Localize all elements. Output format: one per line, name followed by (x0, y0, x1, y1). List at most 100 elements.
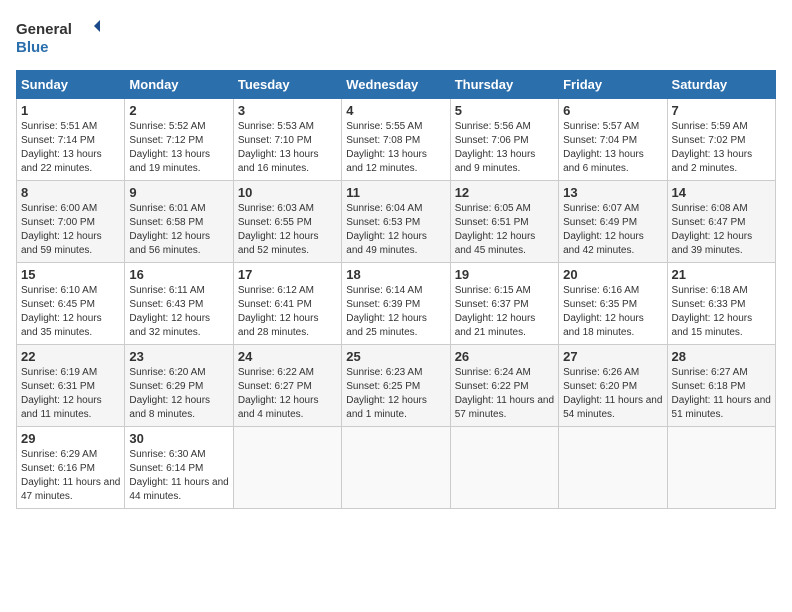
day-number: 17 (238, 267, 337, 282)
day-number: 14 (672, 185, 771, 200)
day-number: 27 (563, 349, 662, 364)
cell-content: Sunrise: 6:22 AM Sunset: 6:27 PM Dayligh… (238, 366, 337, 422)
day-number: 22 (21, 349, 120, 364)
day-number: 29 (21, 431, 120, 446)
day-number: 25 (346, 349, 445, 364)
day-number: 19 (455, 267, 554, 282)
day-number: 26 (455, 349, 554, 364)
cell-content: Sunrise: 6:19 AM Sunset: 6:31 PM Dayligh… (21, 366, 120, 422)
cell-content: Sunrise: 6:26 AM Sunset: 6:20 PM Dayligh… (563, 366, 662, 422)
cell-content: Sunrise: 6:00 AM Sunset: 7:00 PM Dayligh… (21, 202, 120, 258)
calendar-cell: 2 Sunrise: 5:52 AM Sunset: 7:12 PM Dayli… (125, 99, 233, 181)
day-number: 4 (346, 103, 445, 118)
calendar-week-1: 1 Sunrise: 5:51 AM Sunset: 7:14 PM Dayli… (17, 99, 776, 181)
calendar-cell: 6 Sunrise: 5:57 AM Sunset: 7:04 PM Dayli… (559, 99, 667, 181)
calendar-cell: 10 Sunrise: 6:03 AM Sunset: 6:55 PM Dayl… (233, 181, 341, 263)
cell-content: Sunrise: 6:30 AM Sunset: 6:14 PM Dayligh… (129, 448, 228, 504)
calendar-cell (233, 427, 341, 509)
cell-content: Sunrise: 6:01 AM Sunset: 6:58 PM Dayligh… (129, 202, 228, 258)
day-number: 28 (672, 349, 771, 364)
day-number: 12 (455, 185, 554, 200)
cell-content: Sunrise: 6:24 AM Sunset: 6:22 PM Dayligh… (455, 366, 554, 422)
calendar-cell: 24 Sunrise: 6:22 AM Sunset: 6:27 PM Dayl… (233, 345, 341, 427)
calendar-week-2: 8 Sunrise: 6:00 AM Sunset: 7:00 PM Dayli… (17, 181, 776, 263)
calendar-cell: 4 Sunrise: 5:55 AM Sunset: 7:08 PM Dayli… (342, 99, 450, 181)
calendar-cell: 28 Sunrise: 6:27 AM Sunset: 6:18 PM Dayl… (667, 345, 775, 427)
calendar-cell: 12 Sunrise: 6:05 AM Sunset: 6:51 PM Dayl… (450, 181, 558, 263)
page-header: General Blue (16, 16, 776, 58)
cell-content: Sunrise: 6:16 AM Sunset: 6:35 PM Dayligh… (563, 284, 662, 340)
cell-content: Sunrise: 5:56 AM Sunset: 7:06 PM Dayligh… (455, 120, 554, 176)
day-number: 6 (563, 103, 662, 118)
day-number: 23 (129, 349, 228, 364)
day-header-sunday: Sunday (17, 71, 125, 99)
cell-content: Sunrise: 5:55 AM Sunset: 7:08 PM Dayligh… (346, 120, 445, 176)
calendar-header-row: SundayMondayTuesdayWednesdayThursdayFrid… (17, 71, 776, 99)
day-number: 21 (672, 267, 771, 282)
cell-content: Sunrise: 6:04 AM Sunset: 6:53 PM Dayligh… (346, 202, 445, 258)
day-header-thursday: Thursday (450, 71, 558, 99)
svg-text:Blue: Blue (16, 39, 49, 56)
day-number: 8 (21, 185, 120, 200)
day-number: 7 (672, 103, 771, 118)
day-number: 11 (346, 185, 445, 200)
calendar-cell: 15 Sunrise: 6:10 AM Sunset: 6:45 PM Dayl… (17, 263, 125, 345)
calendar-cell: 8 Sunrise: 6:00 AM Sunset: 7:00 PM Dayli… (17, 181, 125, 263)
cell-content: Sunrise: 6:11 AM Sunset: 6:43 PM Dayligh… (129, 284, 228, 340)
day-header-tuesday: Tuesday (233, 71, 341, 99)
day-number: 24 (238, 349, 337, 364)
calendar-cell: 20 Sunrise: 6:16 AM Sunset: 6:35 PM Dayl… (559, 263, 667, 345)
cell-content: Sunrise: 6:23 AM Sunset: 6:25 PM Dayligh… (346, 366, 445, 422)
calendar-week-4: 22 Sunrise: 6:19 AM Sunset: 6:31 PM Dayl… (17, 345, 776, 427)
calendar-cell: 30 Sunrise: 6:30 AM Sunset: 6:14 PM Dayl… (125, 427, 233, 509)
cell-content: Sunrise: 6:18 AM Sunset: 6:33 PM Dayligh… (672, 284, 771, 340)
calendar-cell: 26 Sunrise: 6:24 AM Sunset: 6:22 PM Dayl… (450, 345, 558, 427)
calendar-cell (559, 427, 667, 509)
day-number: 30 (129, 431, 228, 446)
calendar-cell: 23 Sunrise: 6:20 AM Sunset: 6:29 PM Dayl… (125, 345, 233, 427)
logo: General Blue (16, 16, 106, 58)
day-number: 10 (238, 185, 337, 200)
calendar-cell: 9 Sunrise: 6:01 AM Sunset: 6:58 PM Dayli… (125, 181, 233, 263)
cell-content: Sunrise: 6:03 AM Sunset: 6:55 PM Dayligh… (238, 202, 337, 258)
calendar-cell: 29 Sunrise: 6:29 AM Sunset: 6:16 PM Dayl… (17, 427, 125, 509)
day-number: 16 (129, 267, 228, 282)
day-number: 13 (563, 185, 662, 200)
cell-content: Sunrise: 6:12 AM Sunset: 6:41 PM Dayligh… (238, 284, 337, 340)
cell-content: Sunrise: 6:15 AM Sunset: 6:37 PM Dayligh… (455, 284, 554, 340)
calendar-cell: 27 Sunrise: 6:26 AM Sunset: 6:20 PM Dayl… (559, 345, 667, 427)
cell-content: Sunrise: 6:05 AM Sunset: 6:51 PM Dayligh… (455, 202, 554, 258)
day-header-saturday: Saturday (667, 71, 775, 99)
day-number: 15 (21, 267, 120, 282)
day-number: 18 (346, 267, 445, 282)
logo-svg: General Blue (16, 16, 106, 58)
calendar-week-3: 15 Sunrise: 6:10 AM Sunset: 6:45 PM Dayl… (17, 263, 776, 345)
day-number: 20 (563, 267, 662, 282)
calendar-week-5: 29 Sunrise: 6:29 AM Sunset: 6:16 PM Dayl… (17, 427, 776, 509)
calendar-cell: 11 Sunrise: 6:04 AM Sunset: 6:53 PM Dayl… (342, 181, 450, 263)
calendar-cell: 13 Sunrise: 6:07 AM Sunset: 6:49 PM Dayl… (559, 181, 667, 263)
calendar-cell: 7 Sunrise: 5:59 AM Sunset: 7:02 PM Dayli… (667, 99, 775, 181)
cell-content: Sunrise: 6:29 AM Sunset: 6:16 PM Dayligh… (21, 448, 120, 504)
cell-content: Sunrise: 5:59 AM Sunset: 7:02 PM Dayligh… (672, 120, 771, 176)
calendar-cell: 14 Sunrise: 6:08 AM Sunset: 6:47 PM Dayl… (667, 181, 775, 263)
calendar-cell: 3 Sunrise: 5:53 AM Sunset: 7:10 PM Dayli… (233, 99, 341, 181)
cell-content: Sunrise: 5:52 AM Sunset: 7:12 PM Dayligh… (129, 120, 228, 176)
day-number: 9 (129, 185, 228, 200)
calendar-cell: 18 Sunrise: 6:14 AM Sunset: 6:39 PM Dayl… (342, 263, 450, 345)
cell-content: Sunrise: 6:27 AM Sunset: 6:18 PM Dayligh… (672, 366, 771, 422)
calendar-cell: 17 Sunrise: 6:12 AM Sunset: 6:41 PM Dayl… (233, 263, 341, 345)
day-number: 5 (455, 103, 554, 118)
cell-content: Sunrise: 5:53 AM Sunset: 7:10 PM Dayligh… (238, 120, 337, 176)
day-header-wednesday: Wednesday (342, 71, 450, 99)
cell-content: Sunrise: 5:57 AM Sunset: 7:04 PM Dayligh… (563, 120, 662, 176)
day-number: 2 (129, 103, 228, 118)
cell-content: Sunrise: 6:10 AM Sunset: 6:45 PM Dayligh… (21, 284, 120, 340)
calendar-cell: 19 Sunrise: 6:15 AM Sunset: 6:37 PM Dayl… (450, 263, 558, 345)
day-header-friday: Friday (559, 71, 667, 99)
calendar-cell: 1 Sunrise: 5:51 AM Sunset: 7:14 PM Dayli… (17, 99, 125, 181)
cell-content: Sunrise: 6:20 AM Sunset: 6:29 PM Dayligh… (129, 366, 228, 422)
calendar-cell: 25 Sunrise: 6:23 AM Sunset: 6:25 PM Dayl… (342, 345, 450, 427)
calendar-cell: 16 Sunrise: 6:11 AM Sunset: 6:43 PM Dayl… (125, 263, 233, 345)
calendar-cell (450, 427, 558, 509)
